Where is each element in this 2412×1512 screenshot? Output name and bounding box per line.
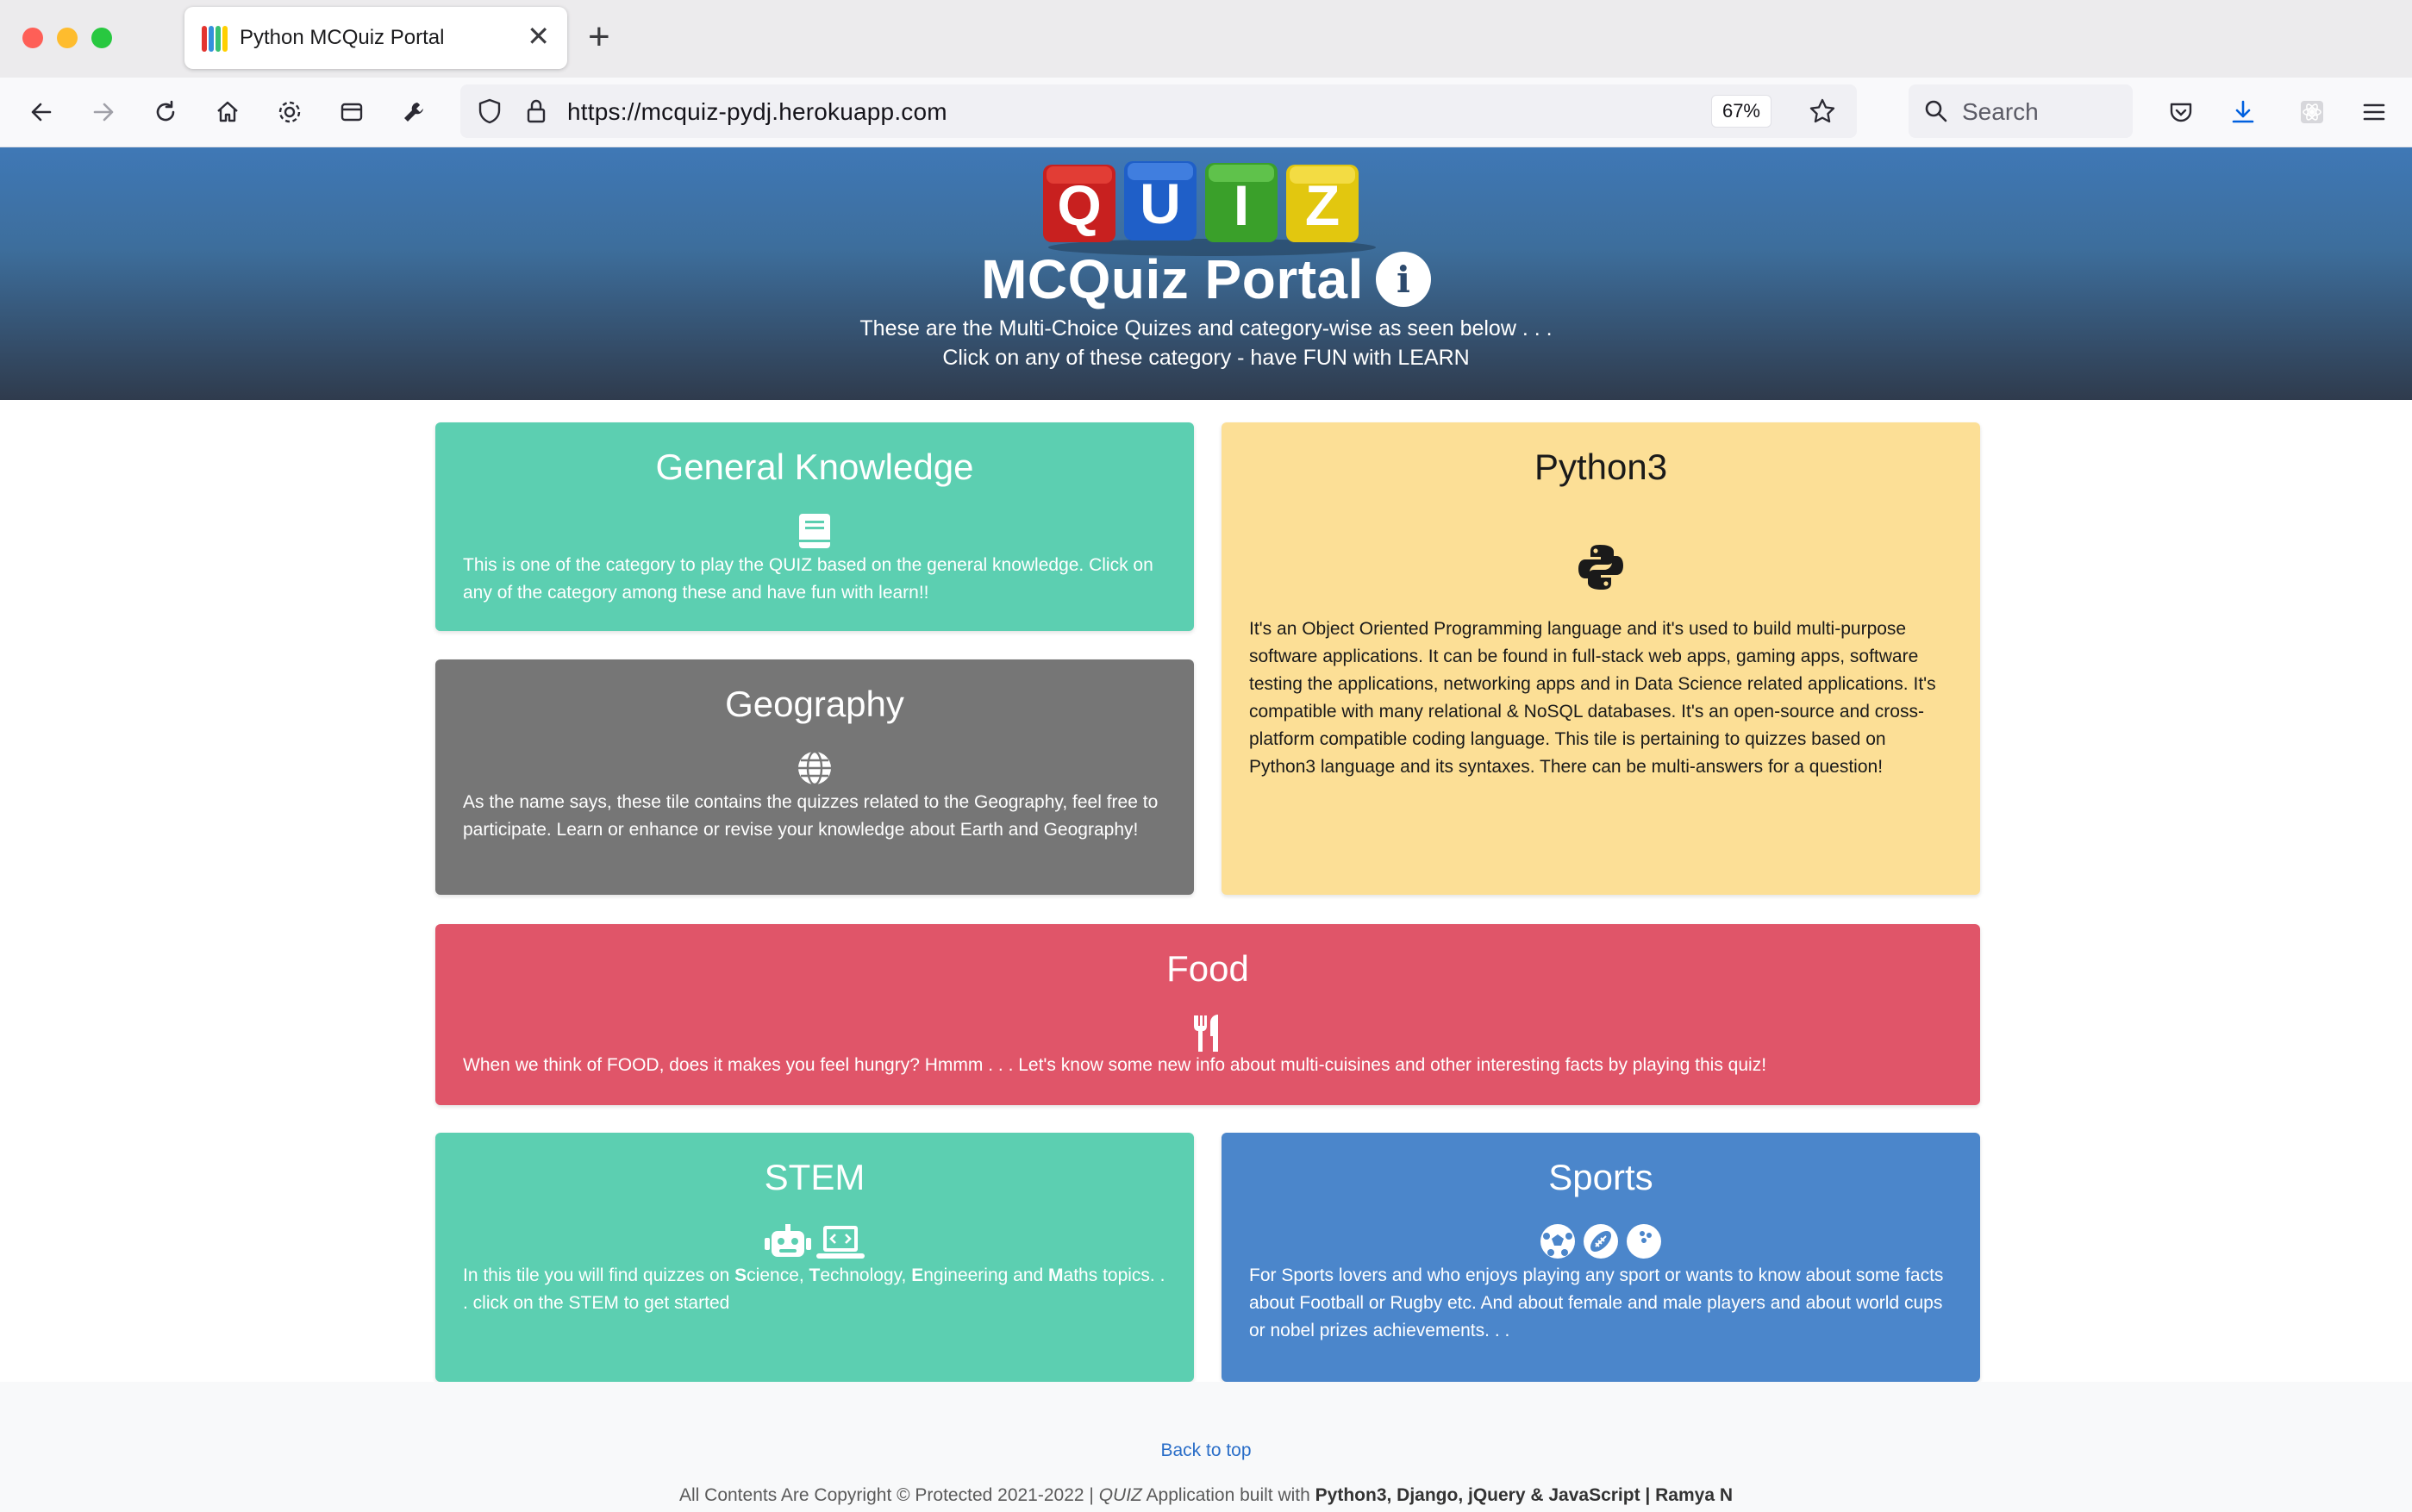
back-button[interactable] [24,95,59,129]
wrench-icon[interactable] [397,95,431,129]
pocket-icon[interactable] [2164,95,2198,129]
search-placeholder: Search [1962,98,2039,125]
bowling-ball-icon [1627,1224,1661,1259]
tab-close-icon[interactable]: ✕ [527,19,550,53]
card-description: As the name says, these tile contains th… [463,792,1159,840]
minimize-window-button[interactable] [57,28,78,48]
card-description: It's an Object Oriented Programming lang… [1249,619,1936,777]
utensils-icon [1194,1015,1218,1052]
logo-letter-z: Z [1305,173,1340,237]
logo-letter-q: Q [1057,173,1101,237]
card-title: STEM [764,1157,865,1197]
card-title: Sports [1548,1157,1653,1197]
category-card-geography[interactable]: Geography As the name says, these tile c… [435,659,1194,895]
category-card-sports[interactable]: Sports For Sports lovers and who enjoys … [1222,1133,1980,1382]
new-tab-button[interactable]: + [588,16,610,59]
copyright-text: All Contents Are Copyright © Protected 2… [678,1485,1734,1505]
tab-title: Python MCQuiz Portal [240,26,445,49]
reload-button[interactable] [148,95,183,129]
logo-letter-i: I [1234,173,1249,237]
card-title: Food [1166,948,1249,989]
page-title: MCQuiz Portal [981,248,1364,310]
search-box[interactable]: Search [1909,84,2133,138]
quiz-logo: Q U I Z [1043,161,1376,256]
forward-button[interactable] [86,95,121,129]
hero-subtitle-line1: These are the Multi-Choice Quizes and ca… [859,316,1553,341]
home-button[interactable] [210,95,245,129]
card-description: When we think of FOOD, does it makes you… [463,1055,1767,1075]
category-card-stem[interactable]: STEM In this tile you will find quizzes … [435,1133,1194,1382]
sidebar-icon[interactable] [334,95,369,129]
lock-icon[interactable] [519,94,553,128]
info-icon[interactable]: i [1375,252,1431,307]
url-text[interactable]: https://mcquiz-pydj.herokuapp.com [567,98,947,126]
category-card-general-knowledge[interactable]: General Knowledge This is one of the cat… [435,422,1194,631]
laptop-code-icon [816,1226,865,1259]
browser-chrome: Python MCQuiz Portal ✕ + https://mcquiz-… [0,0,2412,147]
tab-strip: Python MCQuiz Portal ✕ + [0,0,2412,78]
shield-icon[interactable] [472,94,507,128]
hero-header: Q U I Z MCQuiz Portal i These are the Mu… [0,147,2412,400]
back-to-top-link[interactable]: Back to top [0,1440,2412,1461]
logo-letter-u: U [1140,172,1181,235]
card-description: For Sports lovers and who enjoys playing… [1249,1265,1944,1340]
card-description: In this tile you will find quizzes on Sc… [463,1265,1165,1313]
browser-tab[interactable]: Python MCQuiz Portal ✕ [184,7,567,69]
zoom-level[interactable]: 67% [1711,96,1771,127]
nav-toolbar: https://mcquiz-pydj.herokuapp.com 67% Se… [0,78,2412,147]
globe-icon [798,750,831,786]
settings-gear-icon[interactable] [272,95,307,129]
bookmark-star-icon[interactable] [1805,94,1840,128]
maximize-window-button[interactable] [91,28,112,48]
card-title: General Knowledge [655,447,974,487]
close-window-button[interactable] [22,28,43,48]
downloads-icon[interactable] [2226,95,2260,129]
category-card-python3[interactable]: Python3 It's an Object Oriented Programm… [1222,422,1980,895]
robot-icon [765,1224,811,1257]
football-icon [1584,1224,1618,1259]
menu-hamburger-icon[interactable] [2357,95,2391,129]
hero-subtitle-line2: Click on any of these category - have FU… [942,346,1470,370]
extension-icon[interactable] [2295,95,2329,129]
card-description: This is one of the category to play the … [463,555,1153,603]
card-title: Geography [725,684,904,724]
book-icon [799,514,830,548]
category-card-food[interactable]: Food When we think of FOOD, does it make… [435,924,1980,1105]
address-bar[interactable]: https://mcquiz-pydj.herokuapp.com 67% [460,84,1857,138]
python-icon [1578,545,1623,590]
search-icon [1919,94,1953,128]
page-footer: Back to top All Contents Are Copyright ©… [0,1382,2412,1512]
quiz-favicon-icon [202,26,228,52]
futbol-icon [1540,1224,1575,1259]
card-title: Python3 [1534,447,1668,487]
